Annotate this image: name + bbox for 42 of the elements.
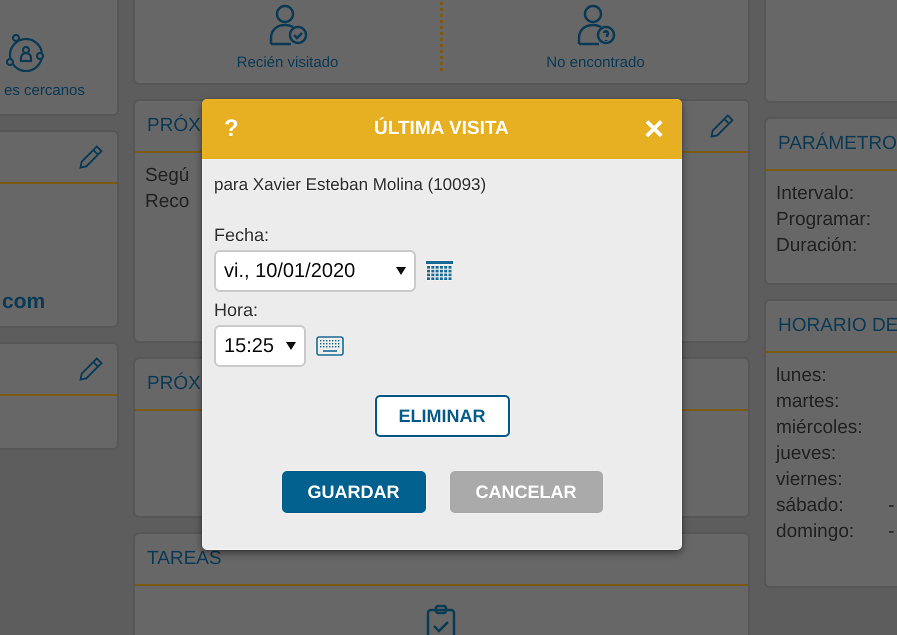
card-text: Reco — [145, 191, 190, 213]
day-label: jueves: — [776, 443, 838, 465]
field-label: Fecha: — [214, 225, 270, 246]
clipboard-check-icon — [424, 604, 458, 635]
day-label: martes: — [776, 391, 840, 413]
contact-value: com — [2, 290, 46, 313]
parameter-label: Programar: — [776, 209, 872, 231]
delete-button[interactable]: ELIMINAR — [374, 395, 510, 437]
day-label: viernes: — [776, 469, 844, 491]
close-button[interactable]: × — [644, 112, 664, 146]
caret-icon — [396, 267, 406, 275]
help-button[interactable]: ? — [224, 117, 239, 141]
person-check-icon — [268, 4, 308, 46]
pencil-icon[interactable] — [77, 355, 105, 383]
status-label[interactable]: No encontrado — [546, 54, 645, 71]
save-button[interactable]: GUARDAR — [282, 471, 426, 513]
card-title: PRÓX — [147, 373, 201, 395]
card-title: PARÁMETRO — [778, 133, 897, 155]
day-label: miércoles: — [776, 417, 864, 439]
day-label: lunes: — [776, 365, 828, 387]
keyboard-icon[interactable] — [316, 336, 344, 356]
status-label[interactable]: Recién visitado — [236, 54, 338, 71]
parameter-label: Duración: — [776, 235, 858, 257]
dialog-title: ÚLTIMA VISITA — [374, 118, 509, 140]
pencil-icon[interactable] — [77, 143, 105, 171]
pencil-icon[interactable] — [708, 112, 736, 140]
dialog-subtitle: para Xavier Esteban Molina (10093) — [214, 175, 488, 195]
field-label: Hora: — [214, 300, 260, 321]
day-label: sábado: — [776, 495, 845, 517]
card-title: PRÓX — [147, 115, 201, 137]
cancel-button[interactable]: CANCELAR — [450, 471, 602, 513]
date-select[interactable]: vi., 10/01/2020 — [214, 250, 416, 292]
card-label: es cercanos — [4, 82, 85, 99]
calendar-icon[interactable] — [426, 261, 453, 281]
day-hours: - — [888, 495, 894, 516]
day-hours: - — [888, 521, 894, 542]
card-title: TAREAS — [147, 548, 222, 570]
card-text: Segú — [145, 165, 190, 187]
time-select[interactable]: 15:25 — [214, 325, 306, 367]
person-question-icon — [576, 4, 616, 46]
parameter-label: Intervalo: — [776, 183, 854, 205]
day-label: domingo: — [776, 521, 856, 543]
